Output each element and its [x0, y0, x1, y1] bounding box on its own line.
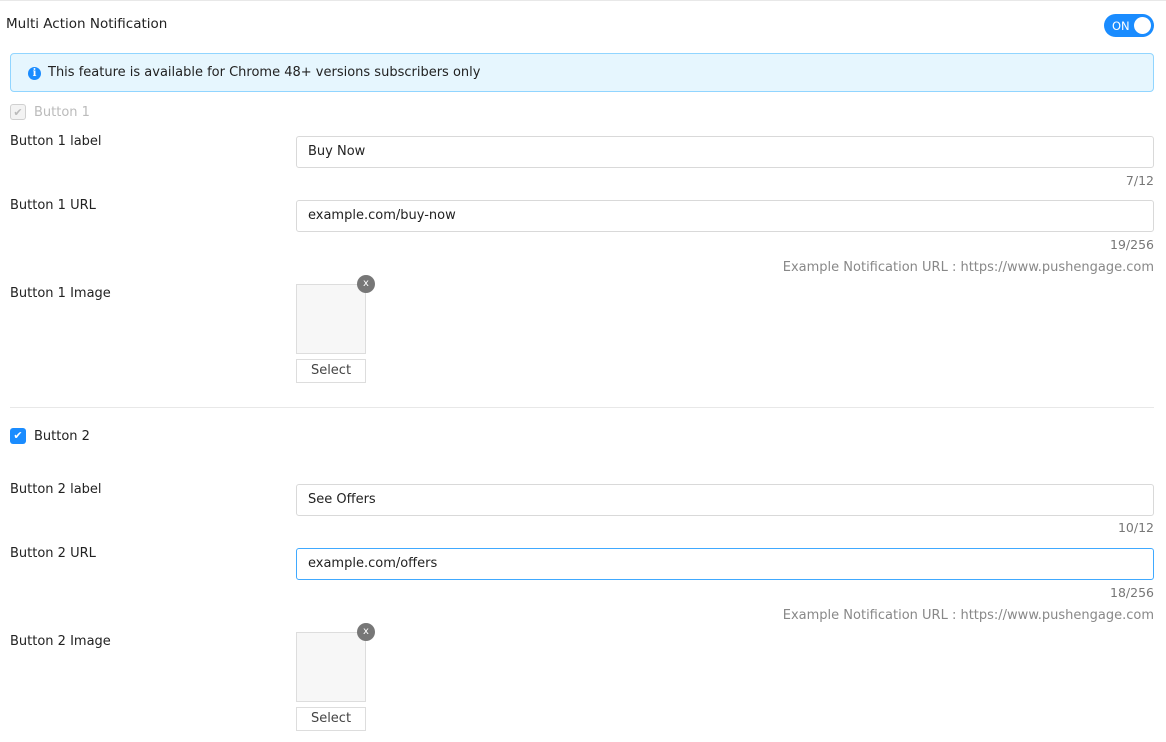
checkbox-check-icon: ✔ [10, 104, 26, 120]
button-2-checkbox[interactable]: ✔ Button 2 [10, 428, 90, 444]
info-icon: i [28, 67, 41, 80]
button-1-select-image-button[interactable]: Select [296, 359, 366, 383]
remove-image-icon[interactable]: x [357, 275, 375, 293]
button-2-url-hint: Example Notification URL : https://www.p… [782, 608, 1154, 623]
button-1-image-preview [296, 284, 366, 354]
button-2-label-title: Button 2 label [10, 482, 102, 497]
toggle-label: ON [1112, 19, 1130, 33]
button-1-label-count: 7/12 [1125, 173, 1154, 188]
multi-action-toggle[interactable]: ON [1104, 14, 1154, 37]
button-1-url-count: 19/256 [1110, 237, 1154, 252]
button-1-label-title: Button 1 label [10, 134, 102, 149]
button-2-url-input[interactable]: example.com/offers [296, 548, 1154, 580]
section-title: Multi Action Notification [6, 16, 168, 32]
button-2-label-count: 10/12 [1117, 520, 1154, 535]
divider [10, 407, 1154, 408]
button-1-url-hint: Example Notification URL : https://www.p… [782, 260, 1154, 275]
button-2-select-image-button[interactable]: Select [296, 707, 366, 731]
alert-text: This feature is available for Chrome 48+… [48, 65, 481, 80]
button-2-image-title: Button 2 Image [10, 634, 111, 649]
checkbox-check-icon: ✔ [10, 428, 26, 444]
button-1-image-title: Button 1 Image [10, 286, 111, 301]
button-2-label-input[interactable]: See Offers [296, 484, 1154, 516]
checkbox-label: Button 1 [34, 104, 90, 120]
button-1-url-title: Button 1 URL [10, 198, 96, 213]
checkbox-label: Button 2 [34, 428, 90, 444]
toggle-knob [1134, 17, 1151, 34]
info-alert: i This feature is available for Chrome 48… [10, 53, 1154, 92]
button-2-url-count: 18/256 [1110, 585, 1154, 600]
button-2-image-preview [296, 632, 366, 702]
button-1-label-input[interactable]: Buy Now [296, 136, 1154, 168]
button-1-url-input[interactable]: example.com/buy-now [296, 200, 1154, 232]
remove-image-icon[interactable]: x [357, 623, 375, 641]
button-1-checkbox[interactable]: ✔ Button 1 [10, 104, 90, 120]
button-2-url-title: Button 2 URL [10, 546, 96, 561]
